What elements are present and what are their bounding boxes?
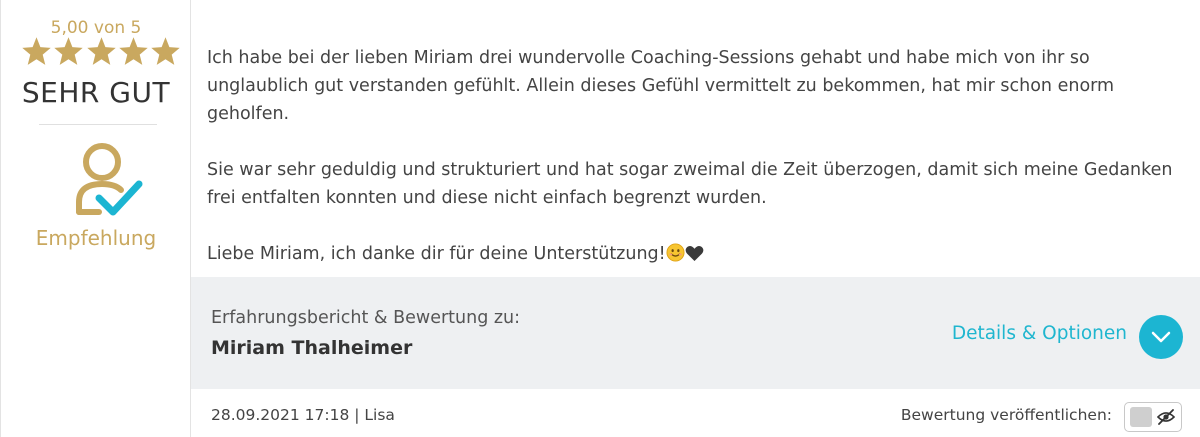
details-options-link[interactable]: Details & Optionen: [952, 323, 1127, 344]
heart-icon: [685, 246, 704, 262]
coach-name: Miriam Thalheimer: [211, 337, 413, 359]
rating-score: 5,00 von 5: [50, 18, 142, 38]
review-paragraph-last: Liebe Miriam, ich danke dir für deine Un…: [207, 240, 1182, 268]
star-icon: [54, 37, 83, 65]
toggle-knob: [1130, 407, 1152, 427]
review-card: 5,00 von 5 SEHR GUT Empfehlung Ich habe …: [0, 0, 1200, 437]
star-rating: [21, 36, 181, 72]
star-icon: [119, 37, 148, 65]
recommendation-icon: [76, 143, 143, 216]
review-paragraph: Sie war sehr geduldig und strukturiert u…: [207, 160, 1173, 208]
rating-verdict: SEHR GUT: [21, 76, 171, 109]
star-icon: [22, 37, 51, 65]
chevron-down-icon: [1151, 331, 1171, 343]
divider: [39, 124, 157, 125]
eye-slash-icon: [1157, 409, 1175, 425]
publish-label: Bewertung veröffentlichen:: [900, 406, 1112, 424]
panel-caption: Erfahrungsbericht & Bewertung zu:: [211, 308, 521, 328]
details-options-button[interactable]: [1139, 315, 1183, 359]
review-text: Ich habe bei der lieben Miriam drei wund…: [207, 44, 1182, 296]
star-icon: [151, 37, 180, 65]
review-meta: 28.09.2021 17:18 | Lisa: [211, 406, 395, 424]
publish-toggle[interactable]: [1124, 402, 1182, 432]
recommendation-label: Empfehlung: [35, 226, 157, 250]
review-paragraph-text: Liebe Miriam, ich danke dir für deine Un…: [207, 244, 666, 264]
star-icon: [86, 37, 116, 65]
review-paragraph: Ich habe bei der lieben Miriam drei wund…: [207, 48, 1115, 124]
review-details-panel: Erfahrungsbericht & Bewertung zu: Miriam…: [191, 277, 1200, 389]
rating-column: 5,00 von 5 SEHR GUT Empfehlung: [1, 0, 191, 437]
smiling-face-emoji: [666, 243, 685, 262]
